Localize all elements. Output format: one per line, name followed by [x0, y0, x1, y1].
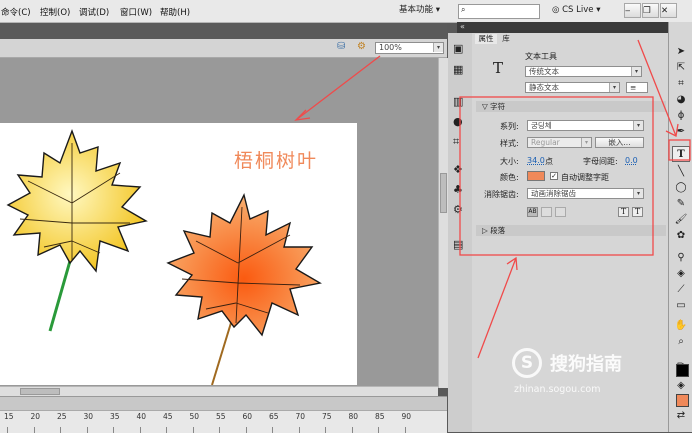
watermark-url: zhinan.sogou.com	[514, 384, 601, 395]
watermark: S 搜狗指南 zhinan.sogou.com	[512, 344, 662, 398]
sogou-logo-icon: S	[512, 348, 542, 378]
watermark-brand: 搜狗指南	[550, 354, 622, 375]
highlight-box	[459, 96, 654, 256]
text-tool-highlight	[668, 139, 691, 161]
